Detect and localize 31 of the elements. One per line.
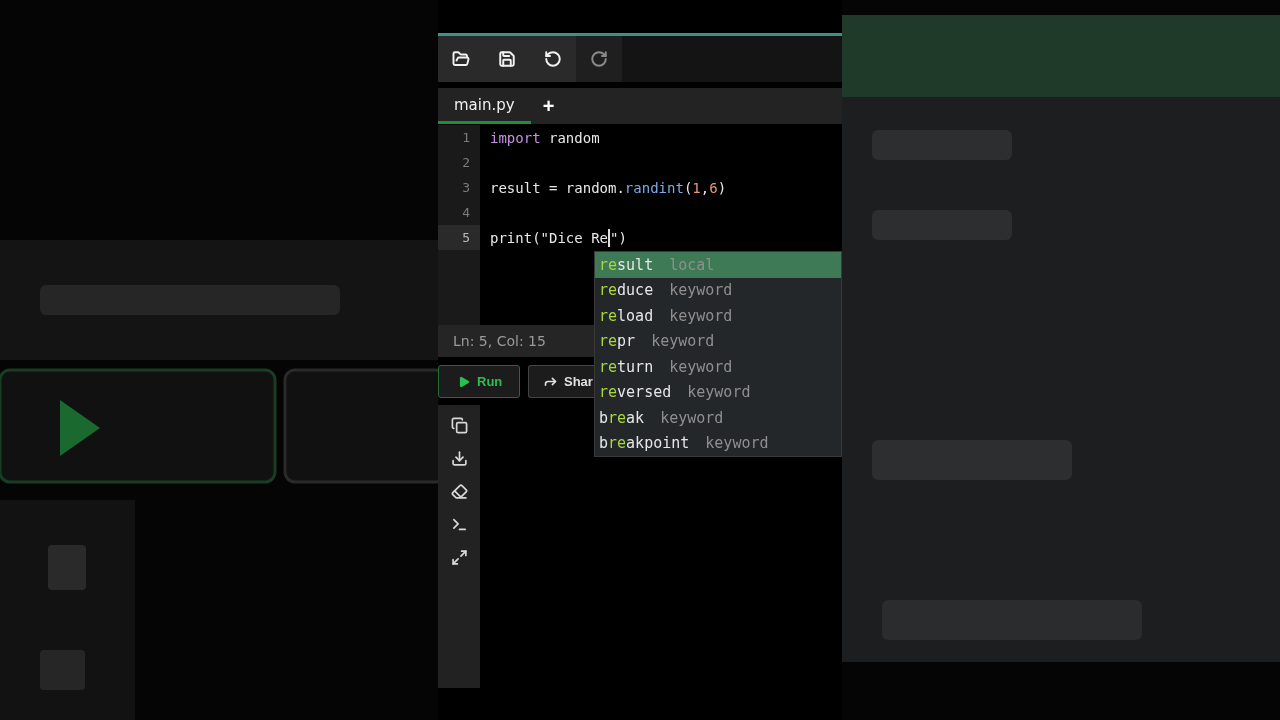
code-line: import random bbox=[489, 129, 600, 146]
eraser-icon bbox=[450, 483, 468, 500]
download-icon bbox=[450, 450, 468, 467]
download-button[interactable] bbox=[450, 450, 468, 467]
line-number: 2 bbox=[438, 150, 480, 175]
line-number: 3 bbox=[438, 175, 480, 200]
code-line: print("Dice Re") bbox=[489, 228, 627, 247]
suggestion[interactable]: reduce keyword bbox=[595, 277, 841, 303]
terminal-button[interactable] bbox=[450, 516, 468, 533]
folder-icon bbox=[452, 50, 470, 68]
line-number: 5 bbox=[438, 225, 480, 250]
suggestion[interactable]: breakpoint keyword bbox=[595, 430, 841, 456]
suggestion[interactable]: break keyword bbox=[595, 405, 841, 431]
code-line: result = random.randint(1,6) bbox=[489, 179, 727, 196]
suggestion[interactable]: return keyword bbox=[595, 354, 841, 380]
redo-icon bbox=[590, 50, 608, 68]
play-icon bbox=[457, 374, 471, 389]
suggestion[interactable]: reversed keyword bbox=[595, 379, 841, 405]
terminal-icon bbox=[450, 516, 468, 533]
copy-button[interactable] bbox=[450, 417, 468, 434]
expand-button[interactable] bbox=[450, 549, 468, 566]
copy-icon bbox=[450, 417, 468, 434]
suggestion[interactable]: result local bbox=[595, 252, 841, 278]
suggestion[interactable]: repr keyword bbox=[595, 328, 841, 354]
expand-icon bbox=[450, 549, 468, 566]
clear-button[interactable] bbox=[450, 483, 468, 500]
run-button[interactable]: Run bbox=[438, 365, 520, 398]
undo-icon bbox=[544, 50, 562, 68]
line-number: 1 bbox=[438, 125, 480, 150]
line-number: 4 bbox=[438, 200, 480, 225]
add-tab-button[interactable]: + bbox=[530, 88, 567, 124]
